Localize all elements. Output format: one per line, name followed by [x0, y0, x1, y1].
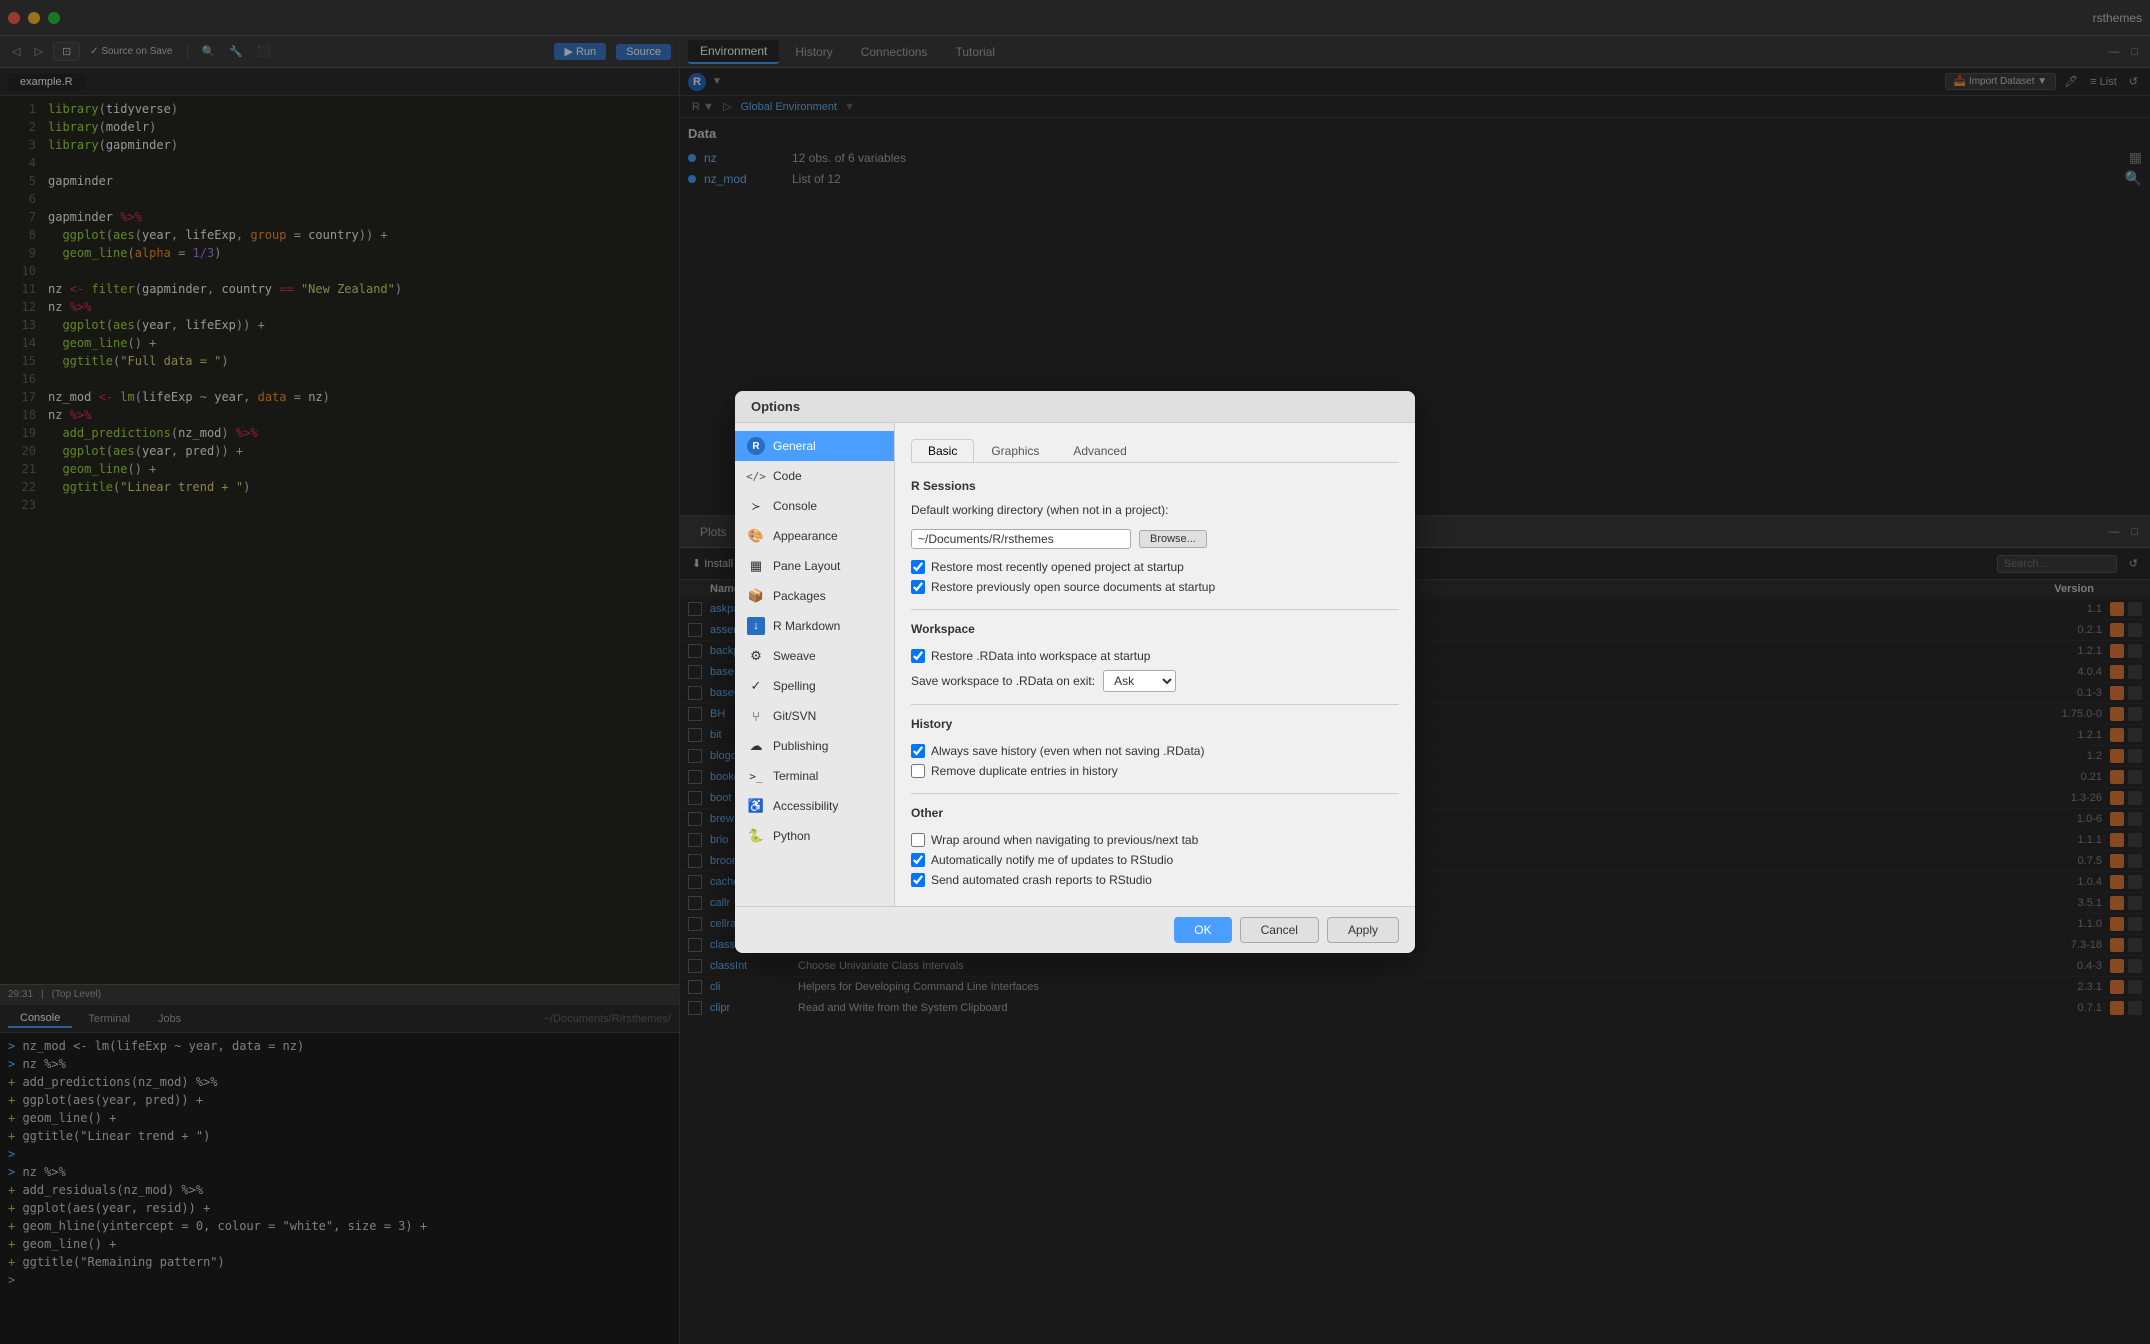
sidebar-item-code[interactable]: </> Code: [735, 461, 894, 491]
sidebar-label-appearance: Appearance: [773, 529, 838, 543]
sidebar-item-general[interactable]: R General: [735, 431, 894, 461]
remove-duplicates-checkbox[interactable]: [911, 764, 925, 778]
sidebar-label-code: Code: [773, 469, 802, 483]
sidebar-item-python[interactable]: 🐍 Python: [735, 821, 894, 851]
ok-button[interactable]: OK: [1174, 917, 1231, 943]
wrap-around-row: Wrap around when navigating to previous/…: [911, 830, 1399, 850]
sidebar-label-rmarkdown: R Markdown: [773, 619, 840, 633]
sidebar-label-sweave: Sweave: [773, 649, 816, 663]
restore-source-label: Restore previously open source documents…: [931, 580, 1215, 594]
sidebar-label-general: General: [773, 439, 816, 453]
other-divider: [911, 793, 1399, 794]
dialog-body: R General </> Code ≻ Console 🎨 Appearanc…: [735, 423, 1415, 906]
python-icon: 🐍: [747, 827, 765, 845]
wd-input-row: Browse...: [911, 529, 1399, 549]
other-title: Other: [911, 806, 1399, 822]
sidebar-label-terminal: Terminal: [773, 769, 818, 783]
code-icon: </>: [747, 467, 765, 485]
sidebar-item-packages[interactable]: 📦 Packages: [735, 581, 894, 611]
r-sessions-title: R Sessions: [911, 479, 1399, 495]
restore-project-checkbox[interactable]: [911, 560, 925, 574]
wd-label: Default working directory (when not in a…: [911, 503, 1168, 517]
wrap-around-label: Wrap around when navigating to previous/…: [931, 833, 1198, 847]
save-workspace-select[interactable]: Ask Always Never: [1103, 670, 1176, 692]
sweave-icon: ⚙: [747, 647, 765, 665]
sidebar-item-accessibility[interactable]: ♿ Accessibility: [735, 791, 894, 821]
sidebar-label-git-svn: Git/SVN: [773, 709, 816, 723]
always-save-label: Always save history (even when not savin…: [931, 744, 1204, 758]
dialog-sidebar: R General </> Code ≻ Console 🎨 Appearanc…: [735, 423, 895, 906]
restore-source-row: Restore previously open source documents…: [911, 577, 1399, 597]
sidebar-label-console: Console: [773, 499, 817, 513]
remove-duplicates-row: Remove duplicate entries in history: [911, 761, 1399, 781]
restore-rdata-label: Restore .RData into workspace at startup: [931, 649, 1150, 663]
accessibility-icon: ♿: [747, 797, 765, 815]
publishing-icon: ☁: [747, 737, 765, 755]
auto-notify-label: Automatically notify me of updates to RS…: [931, 853, 1173, 867]
sidebar-item-terminal[interactable]: >_ Terminal: [735, 761, 894, 791]
dialog-tab-basic[interactable]: Basic: [911, 439, 974, 462]
packages-icon: 📦: [747, 587, 765, 605]
r-icon: R: [747, 437, 765, 455]
dialog-footer: OK Cancel Apply: [735, 906, 1415, 953]
sidebar-item-pane-layout[interactable]: ▦ Pane Layout: [735, 551, 894, 581]
sidebar-item-git-svn[interactable]: ⑂ Git/SVN: [735, 701, 894, 731]
history-title: History: [911, 717, 1399, 733]
sidebar-label-packages: Packages: [773, 589, 826, 603]
wrap-around-checkbox[interactable]: [911, 833, 925, 847]
auto-notify-checkbox[interactable]: [911, 853, 925, 867]
sidebar-label-python: Python: [773, 829, 810, 843]
dialog-tab-bar: Basic Graphics Advanced: [911, 439, 1399, 463]
sidebar-label-spelling: Spelling: [773, 679, 816, 693]
restore-rdata-row: Restore .RData into workspace at startup: [911, 646, 1399, 666]
spelling-icon: ✓: [747, 677, 765, 695]
cancel-button[interactable]: Cancel: [1240, 917, 1319, 943]
browse-button[interactable]: Browse...: [1139, 530, 1207, 548]
dialog-tab-advanced[interactable]: Advanced: [1056, 439, 1143, 462]
sidebar-item-publishing[interactable]: ☁ Publishing: [735, 731, 894, 761]
dialog-tab-graphics[interactable]: Graphics: [974, 439, 1056, 462]
restore-source-checkbox[interactable]: [911, 580, 925, 594]
sidebar-item-rmarkdown[interactable]: ↓ R Markdown: [735, 611, 894, 641]
terminal-icon: >_: [747, 767, 765, 785]
options-dialog: Options R General </> Code ≻ Console 🎨: [735, 391, 1415, 953]
dialog-overlay: Options R General </> Code ≻ Console 🎨: [0, 0, 2150, 1344]
save-workspace-label: Save workspace to .RData on exit:: [911, 674, 1095, 688]
dialog-main-content: Basic Graphics Advanced R Sessions Defau…: [895, 423, 1415, 906]
wd-input[interactable]: [911, 529, 1131, 549]
sidebar-label-publishing: Publishing: [773, 739, 828, 753]
save-workspace-row: Save workspace to .RData on exit: Ask Al…: [911, 670, 1399, 692]
history-divider: [911, 704, 1399, 705]
workspace-divider: [911, 609, 1399, 610]
wd-form-row: Default working directory (when not in a…: [911, 503, 1399, 521]
apply-button[interactable]: Apply: [1327, 917, 1399, 943]
dialog-title: Options: [735, 391, 1415, 423]
pane-layout-icon: ▦: [747, 557, 765, 575]
restore-project-row: Restore most recently opened project at …: [911, 557, 1399, 577]
workspace-title: Workspace: [911, 622, 1399, 638]
sidebar-item-spelling[interactable]: ✓ Spelling: [735, 671, 894, 701]
send-crash-row: Send automated crash reports to RStudio: [911, 870, 1399, 890]
restore-project-label: Restore most recently opened project at …: [931, 560, 1184, 574]
remove-duplicates-label: Remove duplicate entries in history: [931, 764, 1118, 778]
sidebar-label-accessibility: Accessibility: [773, 799, 838, 813]
git-icon: ⑂: [747, 707, 765, 725]
appearance-icon: 🎨: [747, 527, 765, 545]
always-save-row: Always save history (even when not savin…: [911, 741, 1399, 761]
auto-notify-row: Automatically notify me of updates to RS…: [911, 850, 1399, 870]
console-icon: ≻: [747, 497, 765, 515]
sidebar-item-console[interactable]: ≻ Console: [735, 491, 894, 521]
send-crash-checkbox[interactable]: [911, 873, 925, 887]
send-crash-label: Send automated crash reports to RStudio: [931, 873, 1152, 887]
rmarkdown-icon: ↓: [747, 617, 765, 635]
sidebar-item-sweave[interactable]: ⚙ Sweave: [735, 641, 894, 671]
restore-rdata-checkbox[interactable]: [911, 649, 925, 663]
always-save-checkbox[interactable]: [911, 744, 925, 758]
sidebar-item-appearance[interactable]: 🎨 Appearance: [735, 521, 894, 551]
sidebar-label-pane-layout: Pane Layout: [773, 559, 840, 573]
